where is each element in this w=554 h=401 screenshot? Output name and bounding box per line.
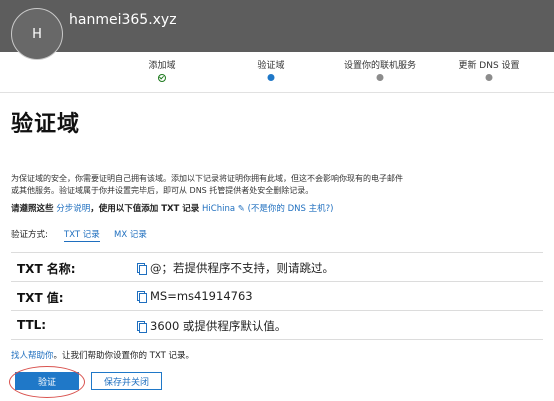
table-row: TXT 值: MS=ms41914763 bbox=[11, 281, 543, 310]
find-help-link[interactable]: 找人帮助你 bbox=[11, 351, 54, 361]
edit-pencil-icon[interactable]: ✎ bbox=[238, 204, 245, 214]
instructions-prefix: 请遵照这些 bbox=[11, 204, 54, 214]
provider-link[interactable]: HiChina bbox=[202, 204, 235, 214]
help-text: 找人帮助你。让我们帮助你设置你的 TXT 记录。 bbox=[11, 349, 194, 361]
top-header: H hanmei365.xyz bbox=[0, 0, 554, 60]
record-value: @；若提供程序不支持，则请跳过。 bbox=[137, 260, 334, 276]
records-table: TXT 名称: @；若提供程序不支持，则请跳过。 TXT 值: MS=ms419… bbox=[11, 252, 543, 340]
tab-txt-record[interactable]: TXT 记录 bbox=[64, 228, 100, 242]
verify-button[interactable]: 验证 bbox=[15, 372, 79, 390]
tab-mx-record[interactable]: MX 记录 bbox=[114, 228, 147, 240]
step-update-dns-label: 更新 DNS 设置 bbox=[458, 61, 520, 71]
step-add-domain-label: 添加域 bbox=[148, 61, 176, 71]
record-label: TXT 值: bbox=[17, 291, 64, 305]
domain-title: hanmei365.xyz bbox=[69, 12, 177, 28]
save-and-close-button[interactable]: 保存并关闭 bbox=[91, 372, 162, 390]
help-sentence: 。让我们帮助你设置你的 TXT 记录。 bbox=[53, 351, 194, 361]
step-by-step-link[interactable]: 分步说明 bbox=[56, 204, 90, 214]
step-current-dot-icon bbox=[267, 74, 275, 81]
copy-icon[interactable] bbox=[137, 263, 147, 275]
not-your-dns-host-link[interactable]: (不是你的 DNS 主机?) bbox=[248, 204, 334, 214]
instructions: 请遵照这些 分步说明，使用以下值添加 TXT 记录 HiChina ✎ (不是你… bbox=[11, 202, 333, 214]
step-pending-dot-icon bbox=[485, 74, 493, 81]
intro-line: 为保证域的安全，你需要证明自己拥有该域。添加以下记录将证明你拥有此域，但这不会影… bbox=[11, 174, 403, 183]
intro-line: 或其他服务。验证域属于你并设置完毕后，即可从 DNS 托管提供者处安全删除记录。 bbox=[11, 186, 314, 195]
record-label: TTL: bbox=[17, 318, 47, 332]
method-label: 验证方式: bbox=[11, 230, 48, 240]
copy-icon[interactable] bbox=[137, 321, 147, 333]
step-complete-check-icon bbox=[158, 74, 166, 82]
record-value-text: MS=ms41914763 bbox=[150, 289, 253, 303]
record-value: 3600 或提供程序默认值。 bbox=[137, 318, 286, 334]
instructions-middle: ，使用以下值添加 TXT 记录 bbox=[90, 204, 200, 214]
table-row: TTL: 3600 或提供程序默认值。 bbox=[11, 310, 543, 340]
page-title: 验证域 bbox=[11, 112, 81, 137]
record-value-text: @；若提供程序不支持，则请跳过。 bbox=[150, 261, 334, 275]
copy-icon[interactable] bbox=[137, 291, 147, 303]
table-row: TXT 名称: @；若提供程序不支持，则请跳过。 bbox=[11, 252, 543, 281]
step-verify-domain-label: 验证域 bbox=[257, 61, 285, 71]
progress-steps: 添加域 验证域 设置你的联机服务 更新 DNS 设置 bbox=[0, 52, 554, 92]
step-online-services-label: 设置你的联机服务 bbox=[343, 61, 417, 71]
divider bbox=[0, 92, 554, 93]
step-pending-dot-icon bbox=[376, 74, 384, 81]
record-value: MS=ms41914763 bbox=[137, 289, 253, 303]
intro-text: 为保证域的安全，你需要证明自己拥有该域。添加以下记录将证明你拥有此域，但这不会影… bbox=[11, 173, 451, 197]
record-label: TXT 名称: bbox=[17, 262, 76, 276]
record-value-text: 3600 或提供程序默认值。 bbox=[150, 319, 287, 333]
